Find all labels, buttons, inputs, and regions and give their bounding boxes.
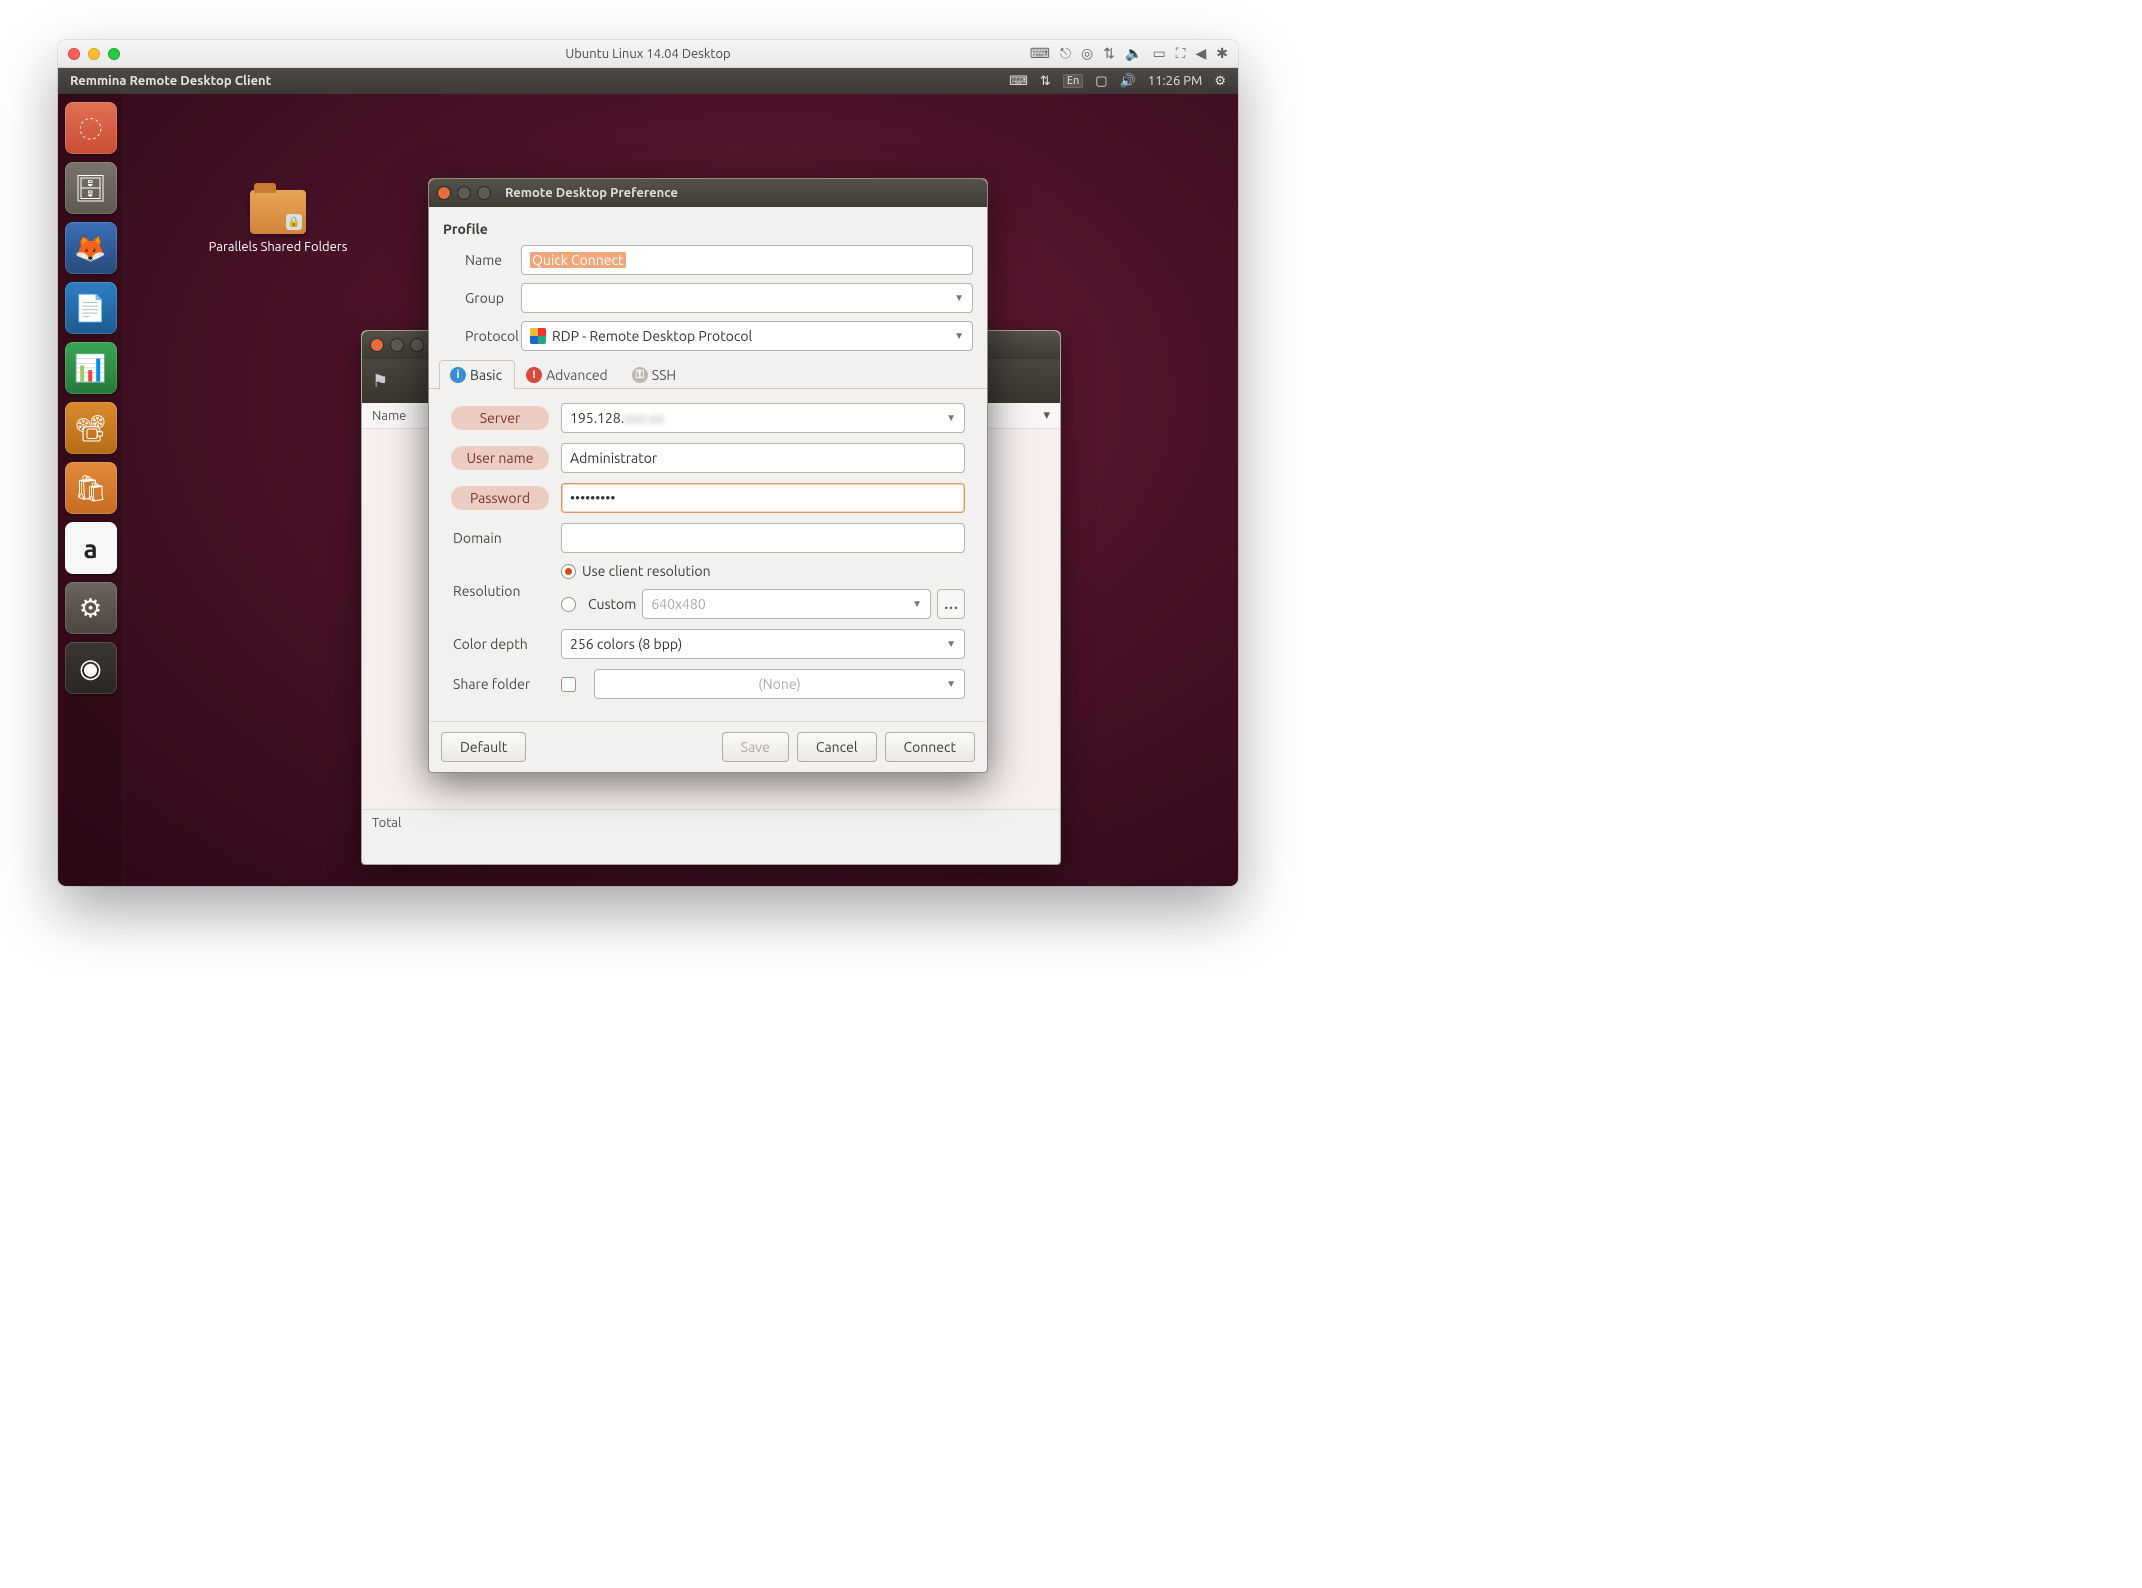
launcher-remmina[interactable]: ◉ [65,642,117,694]
label-username: User name [451,446,549,470]
warning-icon: ! [526,367,542,383]
remmina-minimize-button[interactable] [390,338,404,352]
label-group: Group [443,290,521,306]
label-server: Server [451,406,549,430]
launcher-files[interactable]: 🗄 [65,162,117,214]
radio-client-label: Use client resolution [582,563,711,579]
key-icon: ⚿ [632,367,648,383]
tab-advanced[interactable]: ! Advanced [515,360,621,389]
server-value-masked: xxx.xx [624,410,664,426]
column-menu-icon[interactable]: ▾ [1043,408,1050,423]
name-input[interactable]: Quick Connect [521,245,973,275]
remmina-maximize-button[interactable] [410,338,424,352]
cancel-button[interactable]: Cancel [797,732,877,762]
tab-basic-label: Basic [470,367,502,383]
preference-dialog: Remote Desktop Preference Profile Name Q… [428,178,988,773]
launcher-calc[interactable]: 📊 [65,342,117,394]
label-protocol: Protocol [443,328,521,344]
username-input[interactable]: Administrator [561,443,965,473]
section-profile-title: Profile [443,221,973,237]
label-share-folder: Share folder [451,672,549,696]
session-gear-icon[interactable]: ⚙ [1214,74,1226,89]
keyboard-indicator-icon[interactable]: ⌨ [1009,74,1028,89]
column-name[interactable]: Name [372,409,406,423]
mac-window-title: Ubuntu Linux 14.04 Desktop [58,47,1238,61]
label-color-depth: Color depth [451,632,549,656]
chevron-down-icon: ▼ [946,638,956,650]
desktop-shared-folders[interactable]: 🔒 Parallels Shared Folders [208,190,348,254]
ubuntu-menubar: Remmina Remote Desktop Client ⌨ ⇅ En ▢ 🔊… [58,68,1238,94]
tab-ssh[interactable]: ⚿ SSH [621,360,689,389]
ubuntu-desktop: Remmina Remote Desktop Client ⌨ ⇅ En ▢ 🔊… [58,68,1238,886]
username-value: Administrator [570,450,657,466]
protocol-value: RDP - Remote Desktop Protocol [552,328,752,344]
password-input[interactable]: ••••••••• [561,483,965,513]
label-resolution: Resolution [451,579,549,603]
radio-custom-resolution[interactable] [561,597,576,612]
name-value: Quick Connect [530,252,626,268]
active-app-title: Remmina Remote Desktop Client [70,74,271,88]
chevron-down-icon: ▼ [946,678,956,690]
server-value-prefix: 195.128. [570,410,624,426]
mac-titlebar: Ubuntu Linux 14.04 Desktop ⌨ ⎋ ◎ ⇅ 🔈 ▭ ⛶… [58,40,1238,68]
default-button[interactable]: Default [441,732,526,762]
launcher-impress[interactable]: 📽 [65,402,117,454]
dialog-minimize-button[interactable] [457,186,471,200]
launcher-settings[interactable]: ⚙ [65,582,117,634]
save-button[interactable]: Save [722,732,789,762]
radio-custom-label: Custom [588,596,636,612]
info-icon: i [450,367,466,383]
label-password: Password [451,486,549,510]
tab-ssh-label: SSH [652,367,676,383]
chevron-down-icon: ▼ [954,330,964,342]
color-depth-combo[interactable]: 256 colors (8 bpp) ▼ [561,629,965,659]
custom-resolution-value: 640x480 [651,596,705,612]
battery-icon[interactable]: ▢ [1095,74,1107,89]
server-input[interactable]: 195.128.xxx.xx ▼ [561,403,965,433]
connect-button[interactable]: Connect [885,732,976,762]
tab-basic[interactable]: i Basic [439,360,515,389]
protocol-icon [530,328,546,344]
tabstrip: i Basic ! Advanced ⚿ SSH [429,359,987,389]
volume-icon[interactable]: 🔊 [1120,74,1136,89]
vm-window: Ubuntu Linux 14.04 Desktop ⌨ ⎋ ◎ ⇅ 🔈 ▭ ⛶… [58,40,1238,886]
dialog-title: Remote Desktop Preference [505,186,678,200]
dialog-maximize-button[interactable] [477,186,491,200]
desktop-icon-label: Parallels Shared Folders [208,240,348,254]
unity-launcher: ◌ 🗄 🦊 📄 📊 📽 🛍 a ⚙ ◉ [58,94,124,886]
network-indicator-icon[interactable]: ⇅ [1040,74,1051,89]
protocol-combo[interactable]: RDP - Remote Desktop Protocol ▼ [521,321,973,351]
color-depth-value: 256 colors (8 bpp) [570,636,682,652]
chevron-down-icon: ▼ [946,412,956,424]
password-value: ••••••••• [570,490,615,506]
share-folder-value: (None) [758,676,801,692]
resolution-more-button[interactable]: … [937,589,965,619]
dialog-close-button[interactable] [437,186,451,200]
clock[interactable]: 11:26 PM [1148,74,1203,88]
custom-resolution-combo[interactable]: 640x480 ▼ [642,589,931,619]
remmina-statusbar: Total [362,809,1060,835]
connect-icon[interactable]: ⚑ [372,371,388,392]
lock-icon: 🔒 [286,214,302,230]
launcher-amazon[interactable]: a [65,522,117,574]
tab-advanced-label: Advanced [546,367,608,383]
label-domain: Domain [451,526,549,550]
remmina-status-text: Total [372,816,401,830]
dialog-footer: Default Save Cancel Connect [429,721,987,772]
language-indicator[interactable]: En [1063,74,1083,88]
radio-client-resolution[interactable] [561,564,576,579]
group-combo[interactable]: ▼ [521,283,973,313]
remmina-close-button[interactable] [370,338,384,352]
label-name: Name [443,252,521,268]
basic-panel: Server 195.128.xxx.xx ▼ User name Admini… [443,389,973,715]
launcher-software-center[interactable]: 🛍 [65,462,117,514]
launcher-dash[interactable]: ◌ [65,102,117,154]
chevron-down-icon: ▼ [954,292,964,304]
chevron-down-icon: ▼ [912,598,922,610]
launcher-writer[interactable]: 📄 [65,282,117,334]
share-folder-checkbox[interactable] [561,677,576,692]
share-folder-combo[interactable]: (None) ▼ [594,669,965,699]
launcher-firefox[interactable]: 🦊 [65,222,117,274]
domain-input[interactable] [561,523,965,553]
